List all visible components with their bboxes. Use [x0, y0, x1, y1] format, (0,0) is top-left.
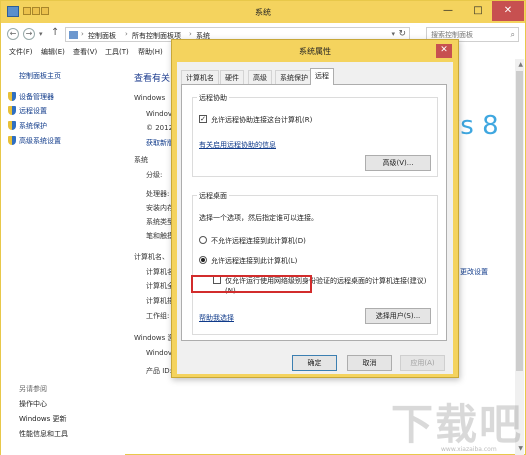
rating-label: 分级:: [146, 171, 163, 179]
get-more-features-link[interactable]: 获取新版: [146, 138, 174, 148]
device-manager-link[interactable]: 设备管理器: [19, 92, 54, 102]
search-icon[interactable]: ⌕: [511, 30, 515, 40]
left-navigation-pane: 控制面板主页 设备管理器 远程设置 系统保护 高级系统设置 另请参阅 操作中心 …: [1, 59, 125, 455]
page-title: 查看有关: [134, 74, 171, 84]
deny-remote-label[interactable]: 不允许远程连接到此计算机(D): [211, 236, 306, 246]
allow-assistance-label[interactable]: 允许远程协助连接这台计算机(R): [211, 115, 312, 125]
forward-button[interactable]: →: [23, 28, 35, 40]
see-also-heading: 另请参阅: [19, 385, 47, 393]
allow-remote-label[interactable]: 允许远程连接到此计算机(L): [211, 256, 297, 266]
minimize-button[interactable]: —: [433, 1, 463, 21]
menu-tools[interactable]: 工具(T): [105, 47, 129, 57]
processor-label: 处理器:: [146, 190, 170, 198]
address-dropdown-icon[interactable]: ▾: [391, 30, 395, 38]
tab-computer-name[interactable]: 计算机名: [181, 70, 219, 84]
watermark-logo: 下载吧: [391, 400, 524, 449]
watermark-url: www.xiazaiba.com: [441, 446, 497, 453]
system-properties-dialog: 系统属性 ✕ 计算机名 硬件 高级 系统保护 远程 远程协助 ✓ 允许远程协助连…: [171, 39, 459, 378]
breadcrumb-control-panel[interactable]: 控制面板: [88, 31, 116, 41]
ok-button[interactable]: 确定: [292, 355, 337, 371]
allow-remote-radio[interactable]: [199, 256, 207, 264]
activation-heading: Windows 激: [134, 334, 175, 342]
performance-tools-link[interactable]: 性能信息和工具: [19, 429, 68, 439]
dialog-body: 计算机名 硬件 高级 系统保护 远程 远程协助 ✓ 允许远程协助连接这台计算机(…: [177, 62, 453, 374]
tab-system-protection[interactable]: 系统保护: [275, 70, 313, 84]
copyright-text: © 2012: [146, 124, 174, 132]
system-type-label: 系统类型: [146, 218, 174, 226]
up-button[interactable]: ↑: [51, 27, 59, 38]
menu-file[interactable]: 文件(F): [9, 47, 33, 57]
windows-update-link[interactable]: Windows 更新: [19, 414, 66, 424]
assistance-info-link[interactable]: 有关启用远程协助的信息: [199, 140, 276, 150]
ram-label: 安装内存: [146, 204, 174, 212]
breadcrumb-separator: ›: [81, 30, 84, 38]
shield-icon: [8, 121, 16, 130]
workgroup-label: 工作组:: [146, 312, 170, 320]
help-me-choose-link[interactable]: 帮助我选择: [199, 313, 234, 323]
recent-locations-icon[interactable]: ▾: [39, 30, 43, 38]
action-center-link[interactable]: 操作中心: [19, 399, 47, 409]
edition-heading: Windows: [134, 94, 166, 102]
breadcrumb-separator: ›: [189, 30, 192, 38]
system-heading: 系统: [134, 156, 148, 164]
dialog-title: 系统属性: [299, 47, 331, 56]
allow-assistance-checkbox[interactable]: ✓: [199, 115, 207, 123]
title-bar[interactable]: 系统 — □ ✕: [1, 1, 525, 23]
shield-icon: [8, 106, 16, 115]
product-id-label: 产品 ID:: [146, 367, 173, 375]
edition-value: Windov: [146, 110, 173, 118]
change-settings-link[interactable]: 更改设置: [460, 267, 488, 277]
highlight-annotation-box: [191, 275, 312, 293]
remote-desktop-instruction: 选择一个选项，然后指定谁可以连接。: [199, 214, 318, 222]
dialog-close-button[interactable]: ✕: [436, 44, 452, 58]
computer-name-heading: 计算机名、: [134, 253, 169, 261]
tab-hardware[interactable]: 硬件: [220, 70, 244, 84]
advanced-button[interactable]: 高级(V)...: [365, 155, 431, 171]
remote-assistance-heading: 远程协助: [197, 93, 229, 103]
close-button[interactable]: ✕: [492, 1, 524, 21]
scroll-up-icon[interactable]: ▲: [518, 61, 523, 68]
remote-tab-panel: 远程协助 ✓ 允许远程协助连接这台计算机(R) 有关启用远程协助的信息 高级(V…: [181, 84, 447, 341]
tab-advanced[interactable]: 高级: [248, 70, 272, 84]
breadcrumb-separator: ›: [125, 30, 128, 38]
remote-desktop-group: 远程桌面 选择一个选项，然后指定谁可以连接。 不允许远程连接到此计算机(D) 允…: [192, 191, 438, 335]
cancel-button[interactable]: 取消: [347, 355, 392, 371]
back-button[interactable]: ←: [7, 28, 19, 40]
deny-remote-radio[interactable]: [199, 236, 207, 244]
remote-settings-link[interactable]: 远程设置: [19, 106, 47, 116]
scrollbar-thumb[interactable]: [516, 71, 523, 371]
shield-icon: [8, 92, 16, 101]
maximize-button[interactable]: □: [463, 1, 493, 21]
menu-help[interactable]: 帮助(H): [138, 47, 163, 57]
pen-touch-label: 笔和触摸: [146, 232, 174, 240]
remote-assistance-group: 远程协助 ✓ 允许远程协助连接这台计算机(R) 有关启用远程协助的信息 高级(V…: [192, 93, 438, 177]
computer-name-label: 计算机名: [146, 268, 174, 276]
control-panel-icon: [69, 31, 78, 39]
remote-desktop-heading: 远程桌面: [197, 191, 229, 201]
tab-remote[interactable]: 远程: [310, 68, 334, 85]
computer-description-label: 计算机描: [146, 297, 174, 305]
menu-view[interactable]: 查看(V): [73, 47, 97, 57]
full-computer-name-label: 计算机全: [146, 282, 174, 290]
refresh-icon[interactable]: ↻: [398, 29, 406, 39]
control-panel-home-link[interactable]: 控制面板主页: [19, 71, 61, 81]
activation-status: Windov: [146, 349, 173, 357]
system-protection-link[interactable]: 系统保护: [19, 121, 47, 131]
advanced-system-settings-link[interactable]: 高级系统设置: [19, 136, 61, 146]
apply-button[interactable]: 应用(A): [400, 355, 445, 371]
select-users-button[interactable]: 选择用户(S)...: [365, 308, 431, 324]
shield-icon: [8, 136, 16, 145]
menu-edit[interactable]: 编辑(E): [41, 47, 65, 57]
